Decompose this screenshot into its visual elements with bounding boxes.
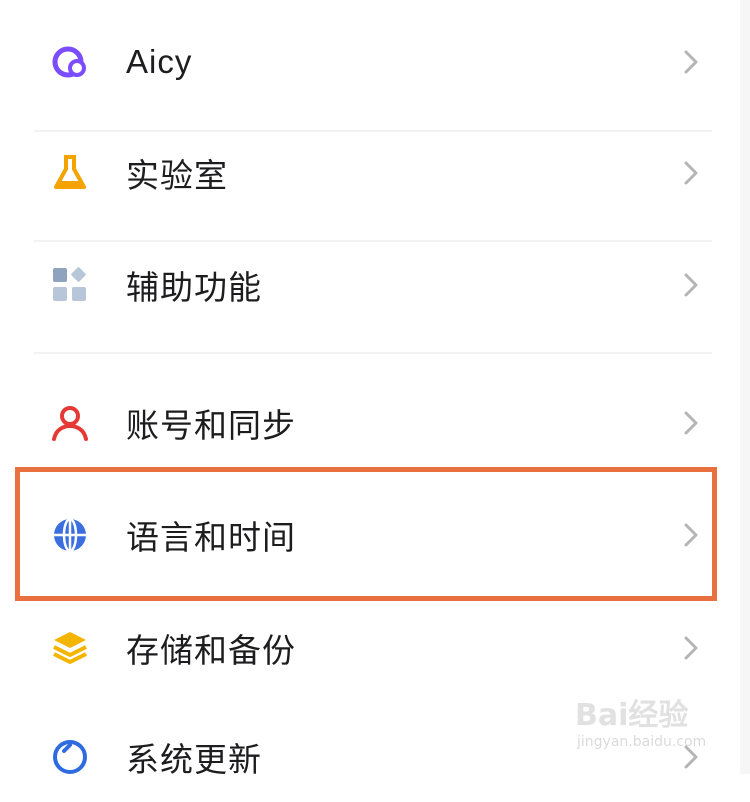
layers-icon [48,626,92,670]
settings-item-label: 账号和同步 [126,407,296,444]
baidu-watermark: Bai经验 jingyan.baidu.com [575,690,745,760]
highlight-frame [15,467,717,601]
chevron-right-icon [684,50,698,74]
settings-item-label: Aicy [126,43,193,80]
settings-item-aicy[interactable]: Aicy [0,18,750,106]
settings-item-account-sync[interactable]: 账号和同步 [0,378,750,468]
aicy-icon [48,40,92,84]
divider [34,352,712,354]
chevron-right-icon [684,161,698,185]
watermark-url: jingyan.baidu.com [577,734,707,750]
chevron-right-icon [684,636,698,660]
chevron-right-icon [684,273,698,297]
update-circle-icon [48,735,92,779]
settings-item-storage-backup[interactable]: 存储和备份 [0,603,750,693]
person-icon [48,401,92,445]
flask-icon [48,151,92,195]
settings-item-label: 实验室 [126,157,228,194]
settings-item-lab[interactable]: 实验室 [0,130,750,216]
settings-item-label: 存储和备份 [126,632,296,669]
settings-item-accessibility[interactable]: 辅助功能 [0,240,750,330]
chevron-right-icon [684,411,698,435]
settings-item-label: 辅助功能 [126,269,262,306]
watermark-text: Bai经验 [575,698,689,733]
accessibility-grid-icon [48,263,92,307]
